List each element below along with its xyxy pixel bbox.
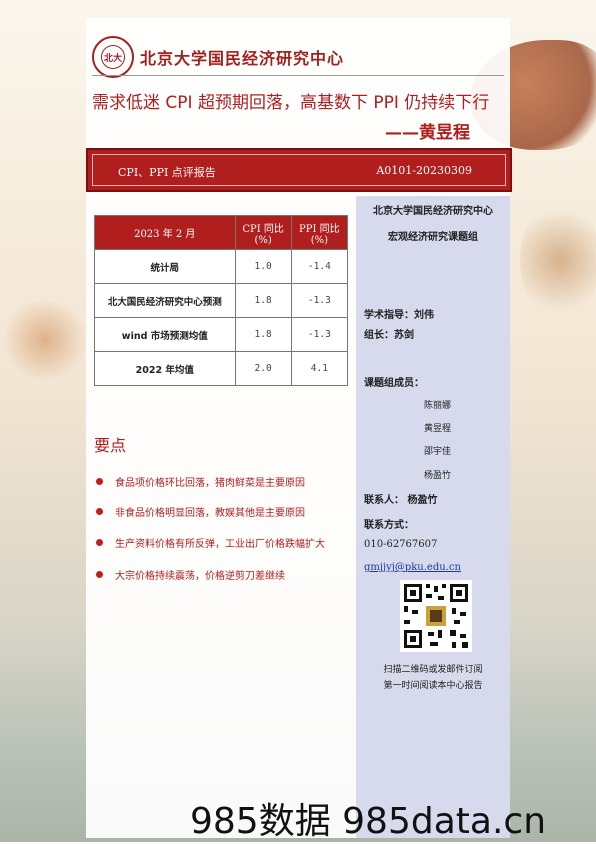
cpi-value: 1.8: [234, 317, 292, 352]
sidebar-advisor: 学术指导：刘伟: [364, 310, 434, 321]
report-banner: CPI、PPI 点评报告 A0101-20230309: [86, 148, 512, 192]
member-name: 陈丽娜: [424, 401, 452, 411]
report-author: ——黄昱程: [385, 123, 470, 143]
sidebar-group: 宏观经济研究课题组: [388, 232, 478, 243]
member-name: 邵宇佳: [424, 447, 452, 457]
key-point-text: 非食品价格明显回落，教娱其他是主要原因: [115, 508, 305, 519]
member-name: 杨盈竹: [424, 471, 452, 481]
cpi-value: 2.0: [234, 351, 292, 386]
institution-name: 北京大学国民经济研究中心: [140, 49, 345, 68]
key-point-text: 生产资料价格有所反弹，工业出厂价格跌幅扩大: [115, 539, 325, 550]
contact-phone: 010-62767607: [364, 539, 438, 550]
leaf-decoration: [520, 200, 596, 320]
sidebar-members-label: 课题组成员：: [364, 378, 424, 389]
key-point-item: 食品项价格环比回落，猪肉鲜菜是主要原因: [96, 474, 305, 489]
table-row: 2022 年均值 2.0 4.1: [94, 351, 349, 386]
qr-code-icon[interactable]: [400, 580, 472, 652]
table-header: CPI 同比 (%): [234, 215, 292, 250]
forecast-table: 2023 年 2 月 CPI 同比 (%) PPI 同比 (%) 统计局 1.0…: [94, 215, 349, 386]
bullet-icon: [96, 571, 103, 578]
report-category: CPI、PPI 点评报告: [118, 166, 216, 179]
contact-email-link[interactable]: gmjjyj@pku.edu.cn: [364, 562, 461, 573]
qr-caption: 扫描二维码或发邮件订阅: [383, 665, 483, 675]
report-code: A0101-20230309: [376, 164, 472, 177]
table-row: wind 市场预测均值 1.8 -1.3: [94, 317, 349, 352]
ppi-value: -1.4: [290, 249, 349, 284]
table-header: PPI 同比 (%): [290, 215, 349, 250]
sidebar-leader: 组长：苏剑: [364, 330, 414, 341]
contact-sidebar: 北京大学国民经济研究中心 宏观经济研究课题组 学术指导：刘伟 组长：苏剑 课题组…: [356, 196, 510, 838]
key-point-item: 非食品价格明显回落，教娱其他是主要原因: [96, 504, 305, 519]
report-title: 需求低迷 CPI 超预期回落，高基数下 PPI 仍持续下行: [92, 93, 490, 113]
bullet-icon: [96, 539, 103, 546]
key-point-item: 大宗价格持续震荡，价格逆剪刀差继续: [96, 567, 285, 582]
contact-label: 联系方式：: [364, 520, 414, 531]
row-label: wind 市场预测均值: [94, 317, 236, 352]
key-point-text: 食品项价格环比回落，猪肉鲜菜是主要原因: [115, 478, 305, 489]
table-row: 统计局 1.0 -1.4: [94, 249, 349, 284]
ppi-value: -1.3: [290, 317, 349, 352]
footer-watermark: 985数据 985data.cn: [190, 801, 547, 842]
key-point-text: 大宗价格持续震荡，价格逆剪刀差继续: [115, 571, 285, 582]
bullet-icon: [96, 508, 103, 515]
member-name: 黄昱程: [424, 424, 452, 434]
sidebar-org: 北京大学国民经济研究中心: [373, 206, 493, 217]
institution-logo: 北大 北京大学国民经济研究中心: [92, 36, 344, 78]
ppi-value: 4.1: [290, 351, 349, 386]
header-divider: [92, 75, 504, 76]
table-header-row: 2023 年 2 月 CPI 同比 (%) PPI 同比 (%): [94, 215, 349, 250]
bullet-icon: [96, 478, 103, 485]
row-label: 2022 年均值: [94, 351, 236, 386]
ppi-value: -1.3: [290, 283, 349, 318]
pku-seal-icon: 北大: [92, 36, 134, 78]
key-points-title: 要点: [94, 436, 127, 455]
table-header: 2023 年 2 月: [94, 215, 236, 250]
row-label: 北大国民经济研究中心预测: [94, 283, 236, 318]
qr-caption: 第一时间阅读本中心报告: [383, 681, 483, 691]
cpi-value: 1.8: [234, 283, 292, 318]
key-point-item: 生产资料价格有所反弹，工业出厂价格跌幅扩大: [96, 535, 325, 550]
leaf-decoration: [0, 300, 90, 380]
contact-person: 联系人： 杨盈竹: [364, 495, 438, 506]
row-label: 统计局: [94, 249, 236, 284]
table-row: 北大国民经济研究中心预测 1.8 -1.3: [94, 283, 349, 318]
cpi-value: 1.0: [234, 249, 292, 284]
